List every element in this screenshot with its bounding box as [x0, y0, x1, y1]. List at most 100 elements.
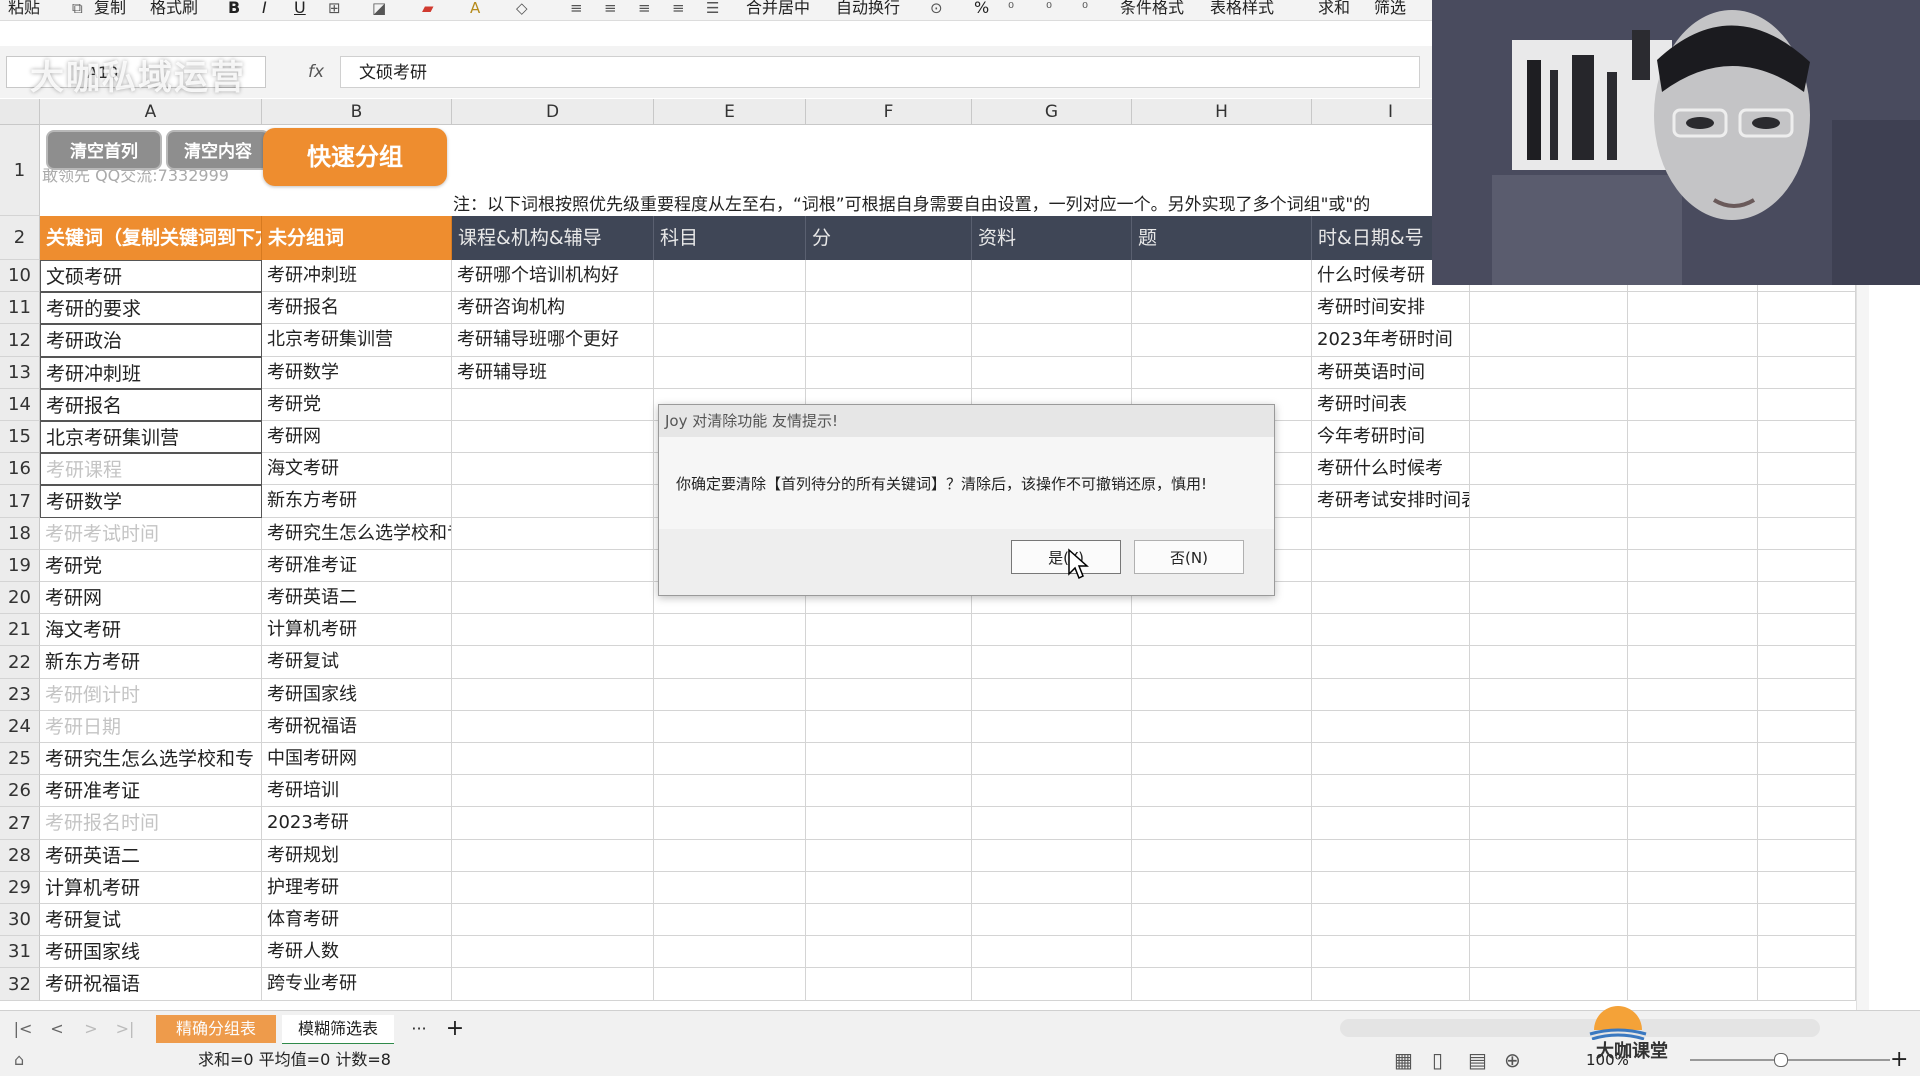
cell-e[interactable] — [654, 936, 806, 968]
cell-i[interactable] — [1312, 711, 1470, 743]
cell-f[interactable] — [806, 646, 972, 679]
cell-b[interactable]: 考研复试 — [262, 646, 452, 679]
cell-f[interactable] — [806, 292, 972, 324]
cell-x3[interactable] — [1758, 872, 1856, 904]
cell-b[interactable]: 考研网 — [262, 421, 452, 453]
cell-e[interactable] — [654, 614, 806, 646]
cell-x3[interactable] — [1758, 711, 1856, 743]
cell-d[interactable] — [452, 711, 654, 743]
cell-g[interactable] — [972, 679, 1132, 711]
cell-b[interactable]: 考研准考证 — [262, 550, 452, 582]
zoom-slider-thumb[interactable] — [1774, 1053, 1788, 1067]
cell-g[interactable] — [972, 840, 1132, 872]
cell-x3[interactable] — [1758, 485, 1856, 518]
table-style-button[interactable]: 表格样式 — [1210, 0, 1274, 16]
cell-i[interactable]: 考研考试安排时间表 — [1312, 485, 1470, 518]
cell-b[interactable]: 考研报名 — [262, 292, 452, 324]
bold-button[interactable]: B — [228, 0, 240, 16]
row-header[interactable]: 21 — [0, 614, 40, 646]
cell-e[interactable] — [654, 357, 806, 389]
first-sheet-icon[interactable]: |< — [12, 1015, 34, 1043]
cell-a[interactable]: 考研课程 — [40, 453, 262, 485]
row-header[interactable]: 14 — [0, 389, 40, 421]
cell-i[interactable]: 考研什么时候考 — [1312, 453, 1470, 485]
cell-x3[interactable] — [1758, 421, 1856, 453]
cell-d[interactable] — [452, 421, 654, 453]
cell-e[interactable] — [654, 324, 806, 357]
cell-g[interactable] — [972, 357, 1132, 389]
cell-f[interactable] — [806, 840, 972, 872]
cell-h[interactable] — [1132, 357, 1312, 389]
cell-x1[interactable] — [1470, 550, 1628, 582]
cell-x2[interactable] — [1628, 518, 1758, 550]
cell-i[interactable] — [1312, 936, 1470, 968]
cell-d[interactable] — [452, 904, 654, 936]
cell-a[interactable]: 考研的要求 — [40, 292, 262, 324]
cell-a[interactable]: 考研报名时间 — [40, 807, 262, 840]
cell-g[interactable] — [972, 775, 1132, 807]
cell-a[interactable]: 文硕考研 — [40, 260, 262, 292]
cell-x2[interactable] — [1628, 292, 1758, 324]
cell-f[interactable] — [806, 324, 972, 357]
increase-decimal-icon[interactable]: ⁰ — [1046, 0, 1052, 16]
cell-h[interactable] — [1132, 292, 1312, 324]
cell-d[interactable]: 考研咨询机构 — [452, 292, 654, 324]
cell-x2[interactable] — [1628, 872, 1758, 904]
cell-e[interactable] — [654, 679, 806, 711]
cell-d[interactable] — [452, 872, 654, 904]
cell-x2[interactable] — [1628, 904, 1758, 936]
cell-g[interactable] — [972, 711, 1132, 743]
cell-a[interactable]: 考研冲刺班 — [40, 357, 262, 389]
font-color-a-icon[interactable]: A — [470, 0, 480, 16]
cell-x1[interactable] — [1470, 743, 1628, 775]
justify-icon[interactable]: ≡ — [672, 0, 685, 16]
distributed-icon[interactable]: ☰ — [706, 0, 719, 16]
cell-a[interactable]: 考研准考证 — [40, 775, 262, 807]
cell-x2[interactable] — [1628, 775, 1758, 807]
cell-i[interactable] — [1312, 646, 1470, 679]
cell-x2[interactable] — [1628, 550, 1758, 582]
cell-x3[interactable] — [1758, 518, 1856, 550]
cell-b[interactable]: 计算机考研 — [262, 614, 452, 646]
conditional-format-button[interactable]: 条件格式 — [1120, 0, 1184, 16]
cell-x2[interactable] — [1628, 840, 1758, 872]
cell-x1[interactable] — [1470, 646, 1628, 679]
row-header[interactable]: 29 — [0, 872, 40, 904]
clear-format-icon[interactable]: ◇ — [516, 0, 528, 16]
cell-x1[interactable] — [1470, 324, 1628, 357]
row-header[interactable]: 25 — [0, 743, 40, 775]
cell-x3[interactable] — [1758, 904, 1856, 936]
row-header[interactable]: 27 — [0, 807, 40, 840]
keyword-header[interactable]: 关键词（复制关键词到下方 — [40, 216, 262, 260]
col-header-e[interactable]: E — [654, 99, 806, 125]
cell-x1[interactable] — [1470, 679, 1628, 711]
col-header-d[interactable]: D — [452, 99, 654, 125]
cell-g[interactable] — [972, 904, 1132, 936]
col-header-a[interactable]: A — [40, 99, 262, 125]
cell-x3[interactable] — [1758, 582, 1856, 614]
cell-d[interactable] — [452, 679, 654, 711]
cell-x2[interactable] — [1628, 711, 1758, 743]
cell-x2[interactable] — [1628, 743, 1758, 775]
cell-x2[interactable] — [1628, 389, 1758, 421]
root-header-d[interactable]: 课程&机构&辅导 — [452, 216, 654, 260]
cell-g[interactable] — [972, 743, 1132, 775]
cell-i[interactable] — [1312, 872, 1470, 904]
cell-x2[interactable] — [1628, 807, 1758, 840]
cell-x2[interactable] — [1628, 936, 1758, 968]
row-header[interactable]: 16 — [0, 453, 40, 485]
cell-h[interactable] — [1132, 679, 1312, 711]
cell-b[interactable]: 护理考研 — [262, 872, 452, 904]
cell-a[interactable]: 考研国家线 — [40, 936, 262, 968]
cell-i[interactable]: 考研时间安排 — [1312, 292, 1470, 324]
cell-b[interactable]: 海文考研 — [262, 453, 452, 485]
align-center-icon[interactable]: ≡ — [604, 0, 617, 16]
ungrouped-header[interactable]: 未分组词 — [262, 216, 452, 260]
row-header[interactable]: 23 — [0, 679, 40, 711]
row-header-2[interactable]: 2 — [0, 216, 40, 260]
cell-f[interactable] — [806, 807, 972, 840]
cell-x1[interactable] — [1470, 904, 1628, 936]
more-sheets-button[interactable]: ··· — [404, 1015, 434, 1043]
cell-x1[interactable] — [1470, 453, 1628, 485]
thousands-icon[interactable]: ⁰ — [1008, 0, 1014, 16]
